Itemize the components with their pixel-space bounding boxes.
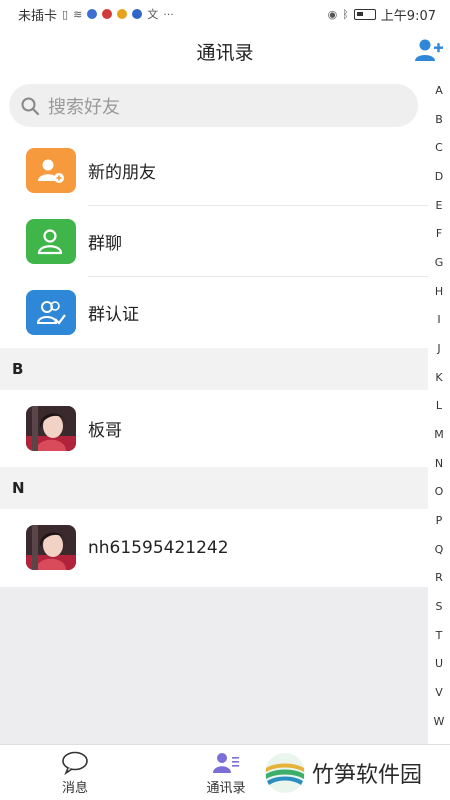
avatar [26,406,76,451]
translate-icon: 文 [147,8,159,21]
index-letter-o[interactable]: O [435,485,444,498]
index-letter-t[interactable]: T [436,629,443,642]
title-bar: 通讯录 [0,28,450,74]
index-letter-u[interactable]: U [435,657,443,670]
index-letter-w[interactable]: W [434,715,445,728]
index-letter-m[interactable]: M [434,428,444,441]
search-bar[interactable]: 搜索好友 [9,84,418,127]
status-bar: 未插卡 ▯ ≋ 文 ··· ◉ ᛒ 上午9:07 [0,0,450,28]
new-friend-icon [26,148,76,193]
index-letter-h[interactable]: H [435,285,443,298]
index-letter-v[interactable]: V [435,686,443,699]
watermark: 竹笋软件园 [264,752,422,794]
bluetooth-icon: ᛒ [342,7,349,21]
group-verify-item[interactable]: 群认证 [0,277,428,348]
index-letter-s[interactable]: S [436,600,443,613]
index-letter-l[interactable]: L [436,399,442,412]
section-header-b: B [0,348,428,390]
weibo-icon [117,9,128,19]
index-letter-j[interactable]: J [437,342,440,355]
index-letter-r[interactable]: R [435,571,443,584]
empty-area [0,587,428,744]
sim-icon: ▯ [62,7,69,21]
carrier-label: 未插卡 [18,8,58,24]
watermark-logo-icon [265,753,305,793]
page-title: 通讯录 [196,41,254,64]
app-notification-icon [102,9,113,19]
search-icon [21,97,40,115]
contact-name: 板哥 [88,421,122,441]
group-chat-icon [26,219,76,264]
avatar [26,525,76,570]
watermark-text: 竹笋软件园 [312,763,423,788]
index-letter-i[interactable]: I [437,313,440,326]
contacts-list: 新的朋友 群聊 群认证 B 板哥 N nh61595421242 [0,135,428,586]
index-letter-f[interactable]: F [436,227,442,240]
group-chat-item[interactable]: 群聊 [0,206,428,277]
contact-item[interactable]: 板哥 [0,390,428,467]
index-letter-p[interactable]: P [436,514,443,527]
tab-messages[interactable]: 消息 [35,751,115,796]
add-user-icon[interactable] [414,36,444,66]
more-notifications-icon: ··· [163,7,174,21]
battery-icon [353,8,376,20]
index-letter-e[interactable]: E [436,199,443,212]
new-friends-item[interactable]: 新的朋友 [0,135,428,206]
app-notification-icon [87,9,98,19]
message-icon [62,751,88,775]
index-letter-k[interactable]: K [435,371,442,384]
contact-name: nh61595421242 [88,537,229,558]
index-letter-b[interactable]: B [435,113,443,126]
baidu-icon [132,9,143,19]
index-letter-g[interactable]: G [435,256,444,269]
tab-contacts[interactable]: 通讯录 [186,751,266,796]
index-letter-d[interactable]: D [435,170,443,183]
alphabet-index[interactable]: A B C D E F G H I J K L M N O P Q R S T U V W [428,78,450,744]
index-letter-a[interactable]: A [435,84,443,97]
group-chat-label: 群聊 [88,234,122,254]
index-letter-q[interactable]: Q [435,543,444,556]
eye-icon: ◉ [327,7,338,21]
index-letter-c[interactable]: C [435,141,443,154]
tab-contacts-label: 通讯录 [206,781,246,796]
new-friends-label: 新的朋友 [88,163,156,183]
contacts-icon [213,753,239,773]
search-placeholder: 搜索好友 [48,96,120,118]
group-verify-label: 群认证 [88,305,139,325]
index-letter-n[interactable]: N [435,457,443,470]
wifi-icon: ≋ [73,7,83,21]
tab-messages-label: 消息 [61,781,88,796]
group-verify-icon [26,290,76,335]
clock: 上午9:07 [380,8,436,24]
section-header-n: N [0,467,428,509]
contact-item[interactable]: nh61595421242 [0,509,428,586]
